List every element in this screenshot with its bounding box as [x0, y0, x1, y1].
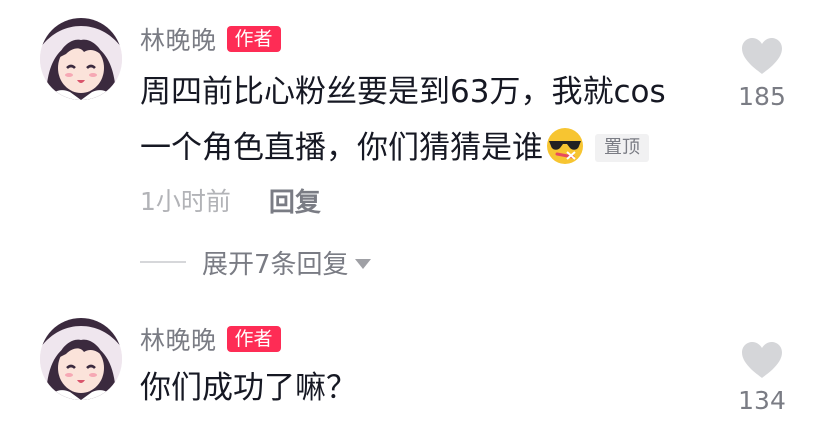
expand-replies-label[interactable]: 展开7条回复 — [202, 244, 349, 281]
heart-icon — [742, 38, 782, 74]
heart-icon — [742, 342, 782, 378]
comment-timestamp: 1小时前 — [140, 187, 231, 216]
expand-replies-button[interactable]: 展开7条回复 — [140, 244, 371, 280]
reply-button[interactable]: 回复 — [269, 182, 321, 219]
comment-meta: 1小时前 回复 — [140, 182, 321, 218]
author-name[interactable]: 林晚晚 — [140, 21, 217, 57]
like-button[interactable]: 185 — [730, 36, 794, 111]
comment-author-row: 林晚晚 作者 — [140, 22, 281, 56]
comment-text-line: 周四前比心粉丝要是到63万，我就cos — [140, 74, 666, 110]
like-count: 185 — [738, 82, 786, 111]
anime-girl-avatar-icon — [40, 318, 122, 400]
caret-down-icon — [354, 259, 371, 269]
author-badge: 作者 — [226, 326, 281, 352]
comment-text-line: 你们成功了嘛？ — [140, 370, 357, 406]
comment-text: 一个角色直播，你们猜猜是谁 — [140, 130, 543, 166]
like-button[interactable]: 134 — [730, 340, 794, 415]
author-name[interactable]: 林晚晚 — [140, 321, 217, 357]
like-count: 134 — [738, 386, 786, 415]
comment-author-row: 林晚晚 作者 — [140, 322, 281, 356]
author-badge: 作者 — [226, 26, 281, 52]
avatar[interactable] — [40, 318, 122, 400]
avatar[interactable] — [40, 18, 122, 100]
comment-text-line-2: 一个角色直播，你们猜猜是谁 置顶 — [140, 126, 649, 168]
anime-girl-avatar-icon — [40, 18, 122, 100]
pinned-badge: 置顶 — [595, 134, 649, 162]
divider-line — [140, 261, 186, 263]
sunglasses-emoji-icon — [547, 128, 583, 164]
